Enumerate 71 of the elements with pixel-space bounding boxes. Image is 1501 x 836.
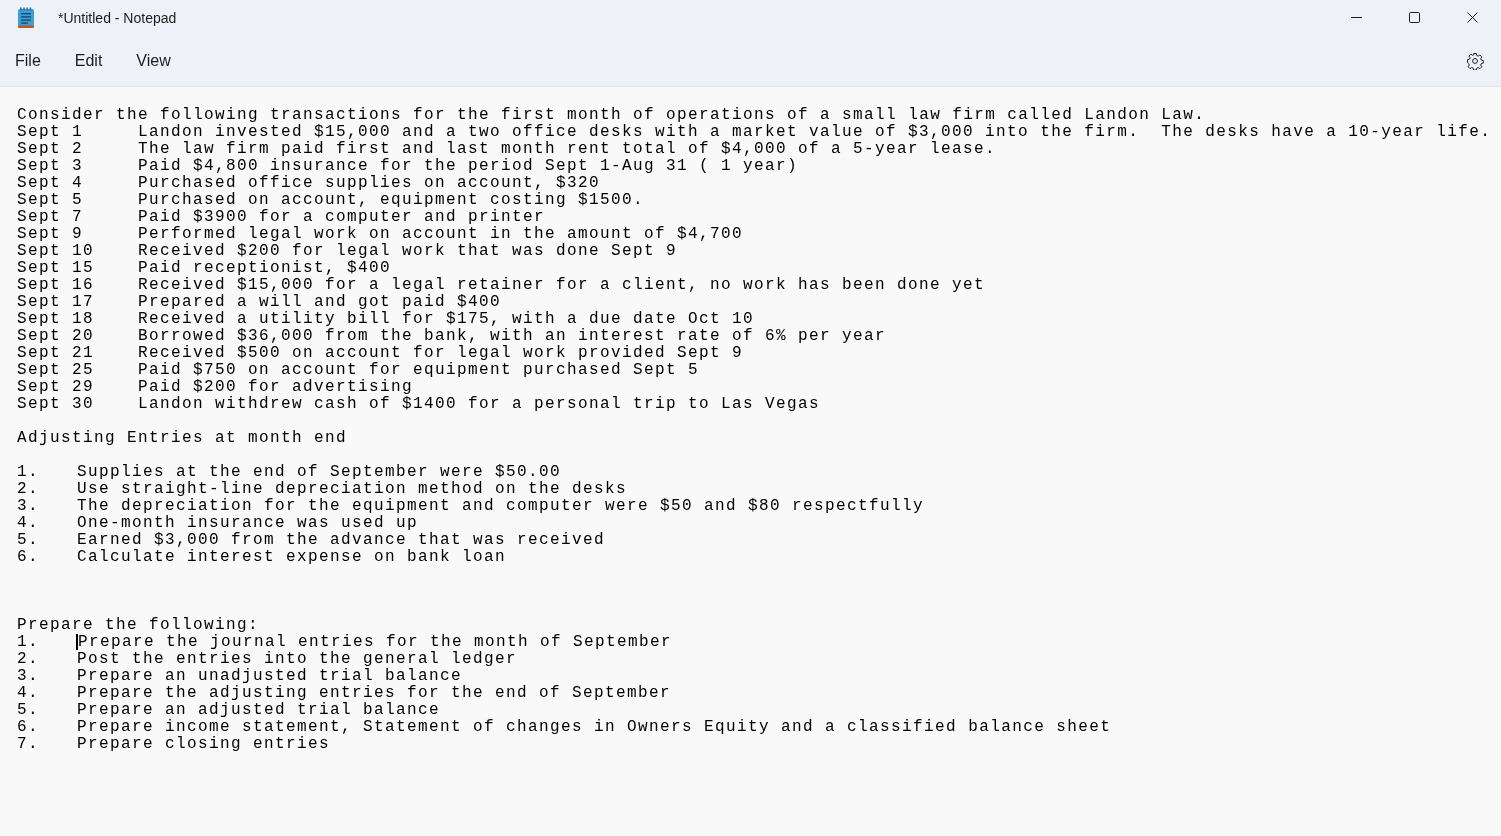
transaction-text: Paid $200 for advertising [138, 379, 414, 396]
transaction-text: Landon invested $15,000 and a two office desks with a market value of $3,000 into the firm. The desks have a 10-year life. [138, 124, 1492, 141]
transaction-text: Borrowed $36,000 from the bank, with an interest rate of 6% per year [138, 328, 887, 345]
transaction-text: Received $15,000 for a legal retainer for a client, no work has been done yet [138, 277, 986, 294]
list-item-text: Prepare the adjusting entries for the end of September [77, 685, 672, 702]
transaction-date: Sept 9 [17, 226, 83, 243]
transaction-text: Purchased office supplies on account, $320 [138, 175, 601, 192]
notepad-icon [17, 6, 35, 29]
transaction-date: Sept 1 [17, 124, 83, 141]
list-item-text: Earned $3,000 from the advance that was received [77, 532, 606, 549]
list-number: 1. [17, 464, 39, 481]
transaction-date: Sept 20 [17, 328, 94, 345]
list-number: 4. [17, 515, 39, 532]
maximize-icon [1408, 12, 1420, 23]
transaction-text: Purchased on account, equipment costing $1500. [138, 192, 645, 209]
transaction-text: Received a utility bill for $175, with a due date Oct 10 [138, 311, 755, 328]
transaction-text: Paid $750 on account for equipment purchased Sept 5 [138, 362, 700, 379]
transaction-date: Sept 21 [17, 345, 94, 362]
list-item-text: The depreciation for the equipment and computer were $50 and $80 respectfully [77, 498, 925, 515]
settings-icon [1466, 51, 1484, 70]
list-item-text: Prepare income statement, Statement of changes in Owners Equity and a classified balance sheet [77, 719, 1112, 736]
list-number: 6. [17, 719, 39, 736]
section-heading: Prepare the following: [17, 617, 260, 634]
transaction-date: Sept 29 [17, 379, 94, 396]
list-number: 3. [17, 498, 39, 515]
transaction-text: Prepared a will and got paid $400 [138, 294, 502, 311]
list-number: 3. [17, 668, 39, 685]
transaction-date: Sept 25 [17, 362, 94, 379]
transaction-text: Performed legal work on account in the amount of $4,700 [138, 226, 744, 243]
list-item-text: Prepare an adjusted trial balance [77, 702, 441, 719]
list-number: 5. [17, 702, 39, 719]
list-number: 6. [17, 549, 39, 566]
transaction-date: Sept 30 [17, 396, 94, 413]
list-item-text: Post the entries into the general ledger [77, 651, 518, 668]
intro-text: Consider the following transactions for the first month of operations of a small law firm called Landon Law. [17, 107, 1206, 124]
menu-item[interactable]: Edit [64, 43, 113, 78]
list-item-text: Calculate interest expense on bank loan [77, 549, 507, 566]
transaction-date: Sept 4 [17, 175, 83, 192]
transaction-date: Sept 5 [17, 192, 83, 209]
window-title: *Untitled - Notepad [58, 9, 178, 26]
transaction-text: The law firm paid first and last month rent total of $4,000 of a 5-year lease. [138, 141, 997, 158]
list-number: 2. [17, 651, 39, 668]
list-item-text: Prepare the journal entries for the month of September [78, 634, 673, 651]
list-number: 5. [17, 532, 39, 549]
transaction-date: Sept 18 [17, 311, 94, 328]
transaction-text: Paid $3900 for a computer and printer [138, 209, 546, 226]
menu-item[interactable]: File [5, 43, 51, 78]
transaction-date: Sept 3 [17, 158, 83, 175]
menu-item[interactable]: View [126, 43, 181, 78]
section-heading: Adjusting Entries at month end [17, 430, 348, 447]
transaction-date: Sept 17 [17, 294, 94, 311]
transaction-text: Received $200 for legal work that was done Sept 9 [138, 243, 678, 260]
transaction-date: Sept 2 [17, 141, 83, 158]
transaction-text: Landon withdrew cash of $1400 for a personal trip to Las Vegas [138, 396, 821, 413]
list-item-text: Prepare an unadjusted trial balance [77, 668, 463, 685]
list-number: 2. [17, 481, 39, 498]
transaction-date: Sept 10 [17, 243, 94, 260]
transaction-text: Received $500 on account for legal work provided Sept 9 [138, 345, 744, 362]
list-number: 1. [17, 634, 39, 651]
transaction-date: Sept 7 [17, 209, 83, 226]
list-number: 4. [17, 685, 39, 702]
transaction-text: Paid $4,800 insurance for the period Sept 1-Aug 31 ( 1 year) [138, 158, 799, 175]
transaction-date: Sept 15 [17, 260, 94, 277]
list-item-text: Use straight-line depreciation method on the desks [77, 481, 628, 498]
list-item-text: Supplies at the end of September were $50.00 [77, 464, 562, 481]
close-icon [1466, 12, 1478, 23]
list-item-text: One-month insurance was used up [77, 515, 419, 532]
transaction-date: Sept 16 [17, 277, 94, 294]
transaction-text: Paid receptionist, $400 [138, 260, 392, 277]
list-number: 7. [17, 736, 39, 753]
list-item-text: Prepare closing entries [77, 736, 331, 753]
